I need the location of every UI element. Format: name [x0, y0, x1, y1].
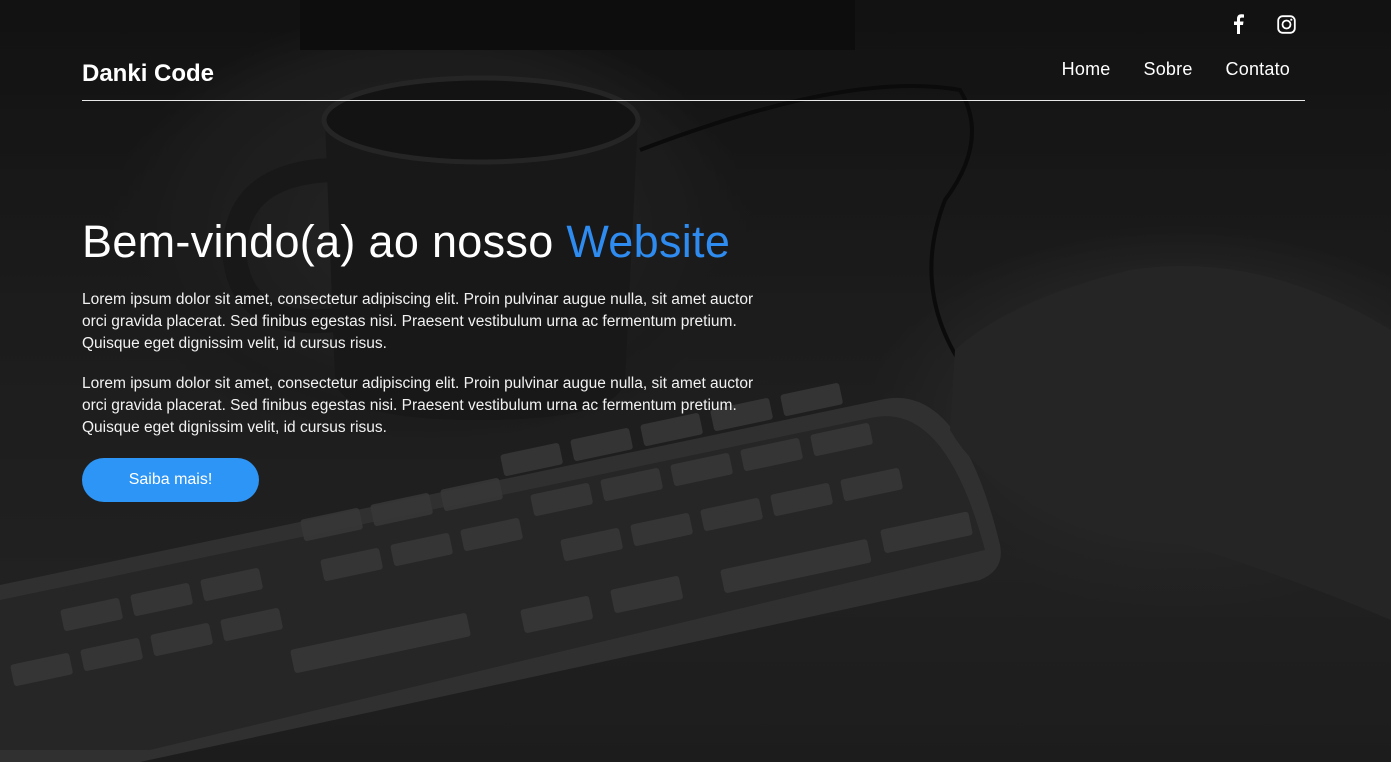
social-links	[1228, 13, 1296, 35]
facebook-icon[interactable]	[1228, 13, 1248, 35]
hero-title-prefix: Bem-vindo(a) ao nosso	[82, 216, 567, 267]
site-logo[interactable]: Danki Code	[82, 60, 214, 88]
hero-title-accent: Website	[566, 216, 731, 267]
hero-section: Bem-vindo(a) ao nosso Website Lorem ipsu…	[82, 213, 782, 502]
site-header: Danki Code Home Sobre Contato	[82, 52, 1305, 101]
hero-paragraph-2: Lorem ipsum dolor sit amet, consectetur …	[82, 375, 754, 436]
nav-link-contato[interactable]: Contato	[1226, 59, 1290, 80]
nav-link-home[interactable]: Home	[1062, 59, 1111, 80]
hero-title: Bem-vindo(a) ao nosso Website	[82, 213, 782, 271]
hero-paragraph-1: Lorem ipsum dolor sit amet, consectetur …	[82, 291, 754, 352]
nav-link-sobre[interactable]: Sobre	[1144, 59, 1193, 80]
saiba-mais-button[interactable]: Saiba mais!	[82, 458, 259, 502]
main-nav: Home Sobre Contato	[1062, 59, 1290, 80]
instagram-icon[interactable]	[1276, 13, 1296, 35]
